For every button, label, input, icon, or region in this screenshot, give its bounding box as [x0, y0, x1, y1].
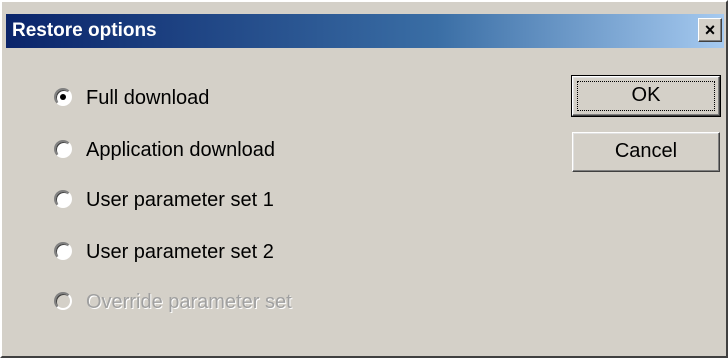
ok-button[interactable]: OK [571, 75, 721, 117]
option-label: User parameter set 1 [86, 189, 274, 211]
ok-button-label: OK [631, 84, 661, 106]
option-label: Application download [86, 139, 276, 161]
restore-options-dialog: Restore options × Full download Applicat… [0, 0, 728, 358]
radio-selected-dot [60, 94, 66, 100]
option-label: User parameter set 2 [86, 241, 274, 263]
option-label: Full download [86, 87, 210, 109]
radio-user-parameter-set-1[interactable] [54, 190, 72, 208]
radio-application-download[interactable] [54, 140, 72, 158]
window-title: Restore options [12, 20, 157, 41]
radio-override-parameter-set [54, 292, 72, 310]
title-bar[interactable]: Restore options × [6, 14, 724, 48]
close-icon: × [704, 20, 716, 40]
cancel-button-label: Cancel [614, 140, 678, 162]
cancel-button[interactable]: Cancel [572, 132, 720, 172]
close-button[interactable]: × [698, 18, 722, 42]
radio-user-parameter-set-2[interactable] [54, 242, 72, 260]
radio-full-download[interactable] [54, 88, 72, 106]
option-label: Override parameter set [86, 291, 292, 313]
